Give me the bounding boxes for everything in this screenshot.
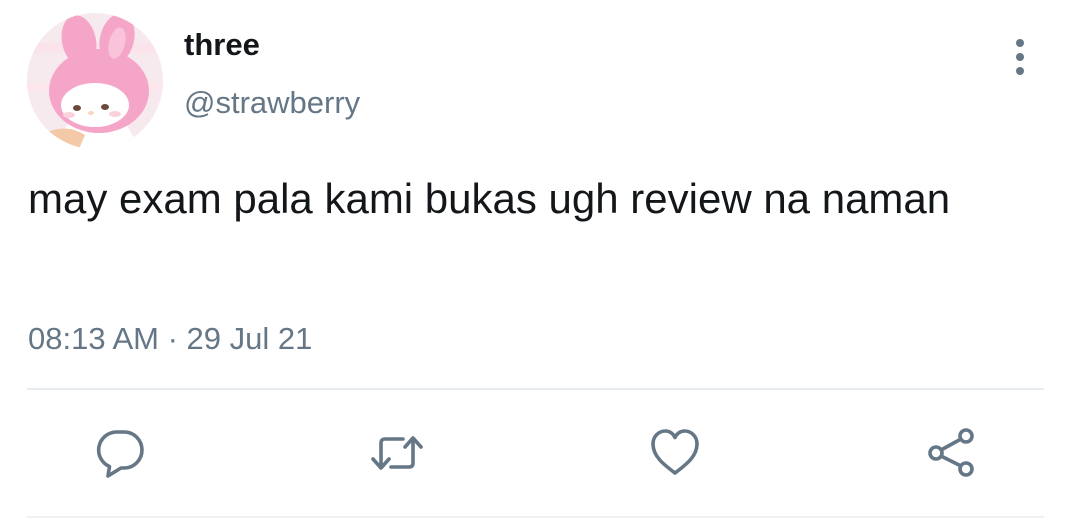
reply-button[interactable] [94,427,146,479]
reply-icon [96,430,144,478]
like-button[interactable] [649,427,701,479]
bottom-divider [27,516,1044,518]
share-button[interactable] [925,427,977,479]
tweet-timestamp[interactable]: 08:13 AM · 29 Jul 21 [28,320,312,358]
avatar[interactable] [27,13,163,149]
tweet-text: may exam pala kami bukas ugh review na n… [28,175,951,222]
user-handle[interactable]: @strawberry [184,84,360,122]
divider [27,388,1044,390]
share-icon [928,428,974,477]
heart-icon [651,429,699,475]
display-name[interactable]: three [184,27,260,63]
more-vertical-icon [1016,39,1024,75]
tweet-card: three @strawberry may exam pala kami buk… [0,0,1071,521]
more-options-button[interactable] [1004,36,1036,80]
retweet-button[interactable] [371,427,423,479]
avatar-image [27,13,163,149]
retweet-icon [371,436,423,470]
